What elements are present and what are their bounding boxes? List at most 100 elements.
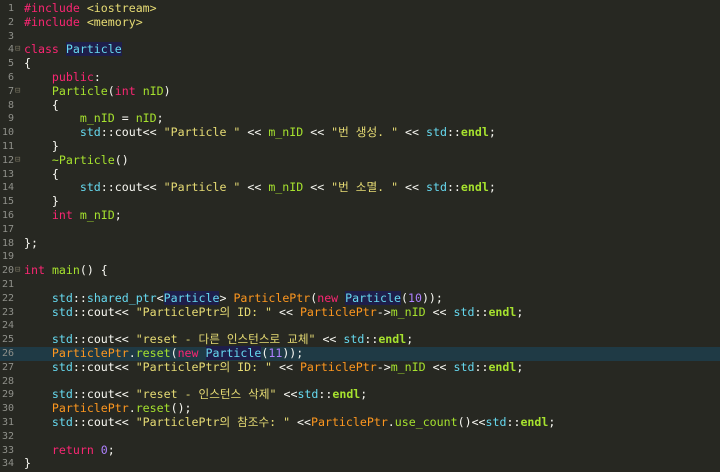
line-number: 4 (7, 44, 14, 56)
code-line[interactable]: 15 } (0, 194, 720, 209)
fold-toggle-icon[interactable]: ⊟ (15, 85, 21, 99)
code-line[interactable]: 12 ⊟ ~Particle() (0, 153, 720, 168)
code-token: :: (318, 387, 333, 402)
code-line[interactable]: 33 return 0; (0, 443, 720, 458)
code-line[interactable]: 14 std::cout<< "Particle " << m_nID << "… (0, 180, 720, 195)
code-token: "번 소멸. " (331, 180, 399, 195)
code-line[interactable]: 23 std::cout<< "ParticlePtr의 ID: " << Pa… (0, 304, 720, 320)
current-code-line[interactable]: 26 ParticlePtr.reset(new Particle(11)); (0, 346, 720, 361)
code-line[interactable]: 5{ (0, 56, 720, 71)
code-line[interactable]: 1 #include <iostream> (0, 1, 720, 16)
code-token: shared_ptr (86, 290, 157, 305)
line-number: 25 (1, 334, 14, 346)
code-token: <memory> (86, 14, 143, 29)
code-line[interactable]: 30 ParticlePtr.reset(); (0, 401, 720, 416)
code-line[interactable]: 22 std::shared_ptr<Particle> ParticlePtr… (0, 290, 720, 306)
code-token: << (398, 180, 426, 195)
line-number: 31 (1, 417, 14, 428)
code-line[interactable]: 20 ⊟ int main() { (0, 263, 720, 278)
code-token: endl (520, 415, 549, 429)
line-number: 8 (7, 99, 14, 111)
code-token: . (128, 346, 136, 360)
code-token: } (24, 194, 59, 209)
line-number: 29 (1, 389, 14, 401)
code-line[interactable]: 13 { (0, 167, 720, 182)
code-line[interactable]: 32 (0, 430, 720, 444)
line-number: 22 (1, 292, 14, 304)
code-editor[interactable]: 1 #include <iostream> 2 #include <memory> 3 4… (0, 0, 720, 472)
code-token: std (51, 332, 73, 347)
code-token: nID (135, 111, 157, 126)
code-line[interactable]: 21 (0, 278, 720, 292)
line-number: 12 (1, 154, 14, 166)
code-token: ; (488, 125, 496, 140)
line-number: 26 (1, 348, 14, 359)
code-token: << (398, 125, 426, 140)
code-token: << (272, 359, 300, 374)
code-token: "ParticlePtr의 ID: " (135, 359, 273, 374)
code-token: 11 (268, 346, 283, 360)
code-line[interactable]: 24 (0, 319, 720, 333)
code-token: Particle (51, 83, 108, 98)
code-line[interactable]: 6 public: (0, 70, 720, 85)
line-number: 33 (1, 444, 14, 456)
code-token: :: (474, 304, 489, 319)
code-token: :: (364, 332, 379, 347)
code-text: } (24, 456, 31, 471)
code-line[interactable]: 3 (0, 30, 720, 44)
code-token: ParticlePtr (299, 359, 377, 374)
code-token: endl (460, 125, 489, 140)
code-line[interactable]: 31 std::cout<< "ParticlePtr의 참조수: " <<Pa… (0, 415, 720, 430)
code-token: std (51, 415, 73, 429)
code-token: ParticlePtr (299, 304, 377, 319)
code-line[interactable]: 4 ⊟ class Particle (0, 42, 720, 57)
code-line[interactable]: 9 m_nID = nID; (0, 111, 720, 126)
code-line[interactable]: 18}; (0, 236, 720, 251)
fold-toggle-icon[interactable]: ⊟ (15, 264, 21, 278)
code-line[interactable]: 19 (0, 250, 720, 264)
code-line[interactable]: 28 (0, 375, 720, 389)
code-line[interactable]: 2 #include <memory> (0, 14, 720, 30)
code-token: "ParticlePtr의 참조수: " (135, 415, 291, 429)
code-line[interactable]: 16 int m_nID; (0, 208, 720, 223)
code-token: > (219, 290, 234, 305)
code-text: #include <iostream> (24, 1, 157, 16)
code-token: () { (79, 263, 108, 278)
code-text: class Particle (24, 42, 122, 57)
code-token: . (387, 415, 395, 429)
fold-toggle-icon[interactable]: ⊟ (15, 43, 21, 57)
code-text: std::cout<< "ParticlePtr의 참조수: " <<Parti… (24, 415, 555, 430)
code-token: m_nID (268, 125, 304, 140)
code-token: std (79, 180, 101, 195)
code-line[interactable]: 34} (0, 456, 720, 471)
code-line[interactable]: 8 { (0, 98, 720, 113)
line-number: 2 (7, 16, 14, 28)
code-token: int (114, 83, 136, 98)
code-token: ::cout<< (72, 415, 136, 429)
code-token: << (303, 125, 332, 140)
code-line[interactable]: 29 std::cout<< "reset - 인스턴스 삭제" <<std::… (0, 387, 720, 402)
code-line[interactable]: 17 (0, 223, 720, 237)
code-token: class (24, 42, 59, 57)
code-token: std (51, 290, 73, 305)
code-token: std (425, 180, 447, 195)
code-token: < (156, 290, 164, 305)
code-line[interactable]: 7 ⊟ Particle(int nID) (0, 83, 720, 99)
fold-toggle-icon[interactable]: ⊟ (15, 154, 21, 168)
code-line[interactable]: 11 } (0, 139, 720, 154)
code-line[interactable]: 27 std::cout<< "ParticlePtr의 ID: " << Pa… (0, 359, 720, 375)
code-text: std::cout<< "Particle " << m_nID << "번 소… (24, 180, 496, 195)
code-token: ( (401, 290, 408, 305)
code-token: std (51, 359, 73, 374)
code-line[interactable]: 10 std::cout<< "Particle " << m_nID << "… (0, 125, 720, 140)
code-line[interactable]: 25 std::cout<< "reset - 다른 인스턴스로 교체" << … (0, 332, 720, 347)
